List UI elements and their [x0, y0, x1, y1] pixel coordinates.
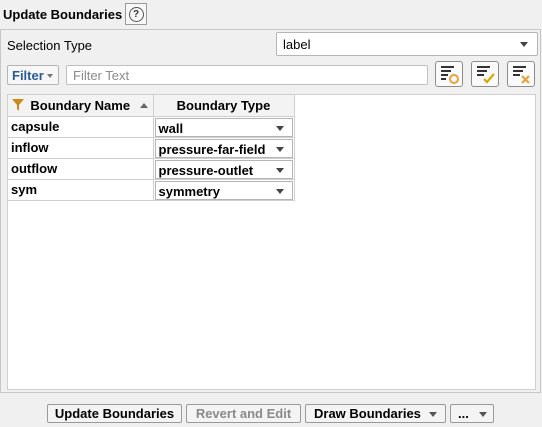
- clear-selection-button[interactable]: [507, 61, 535, 87]
- table-row[interactable]: inflow pressure-far-field: [8, 137, 295, 159]
- boundary-type-dropdown[interactable]: symmetry: [154, 180, 293, 200]
- column-header-boundary-type[interactable]: Boundary Type: [153, 95, 295, 117]
- selection-type-label: Selection Type: [7, 38, 93, 53]
- filter-menu-button[interactable]: Filter: [7, 65, 59, 85]
- boundary-type-value: pressure-far-field: [158, 141, 266, 157]
- table-header-row: Boundary Name Boundary Type: [8, 95, 295, 117]
- boundary-type-value: symmetry: [158, 183, 220, 199]
- column-label-boundary-type: Boundary Type: [176, 97, 271, 113]
- form-box: Selection Type label Filter Filter Text …: [0, 29, 541, 393]
- selection-type-dropdown[interactable]: label: [276, 32, 538, 56]
- chevron-down-icon: [275, 167, 284, 173]
- chevron-down-icon: [479, 412, 487, 417]
- chevron-down-icon: [47, 74, 53, 78]
- chevron-down-icon: [275, 188, 284, 194]
- help-button[interactable]: ?: [125, 3, 147, 25]
- panel-title: Update Boundaries: [3, 7, 123, 22]
- table-row[interactable]: outflow pressure-outlet: [8, 158, 295, 180]
- boundary-type-cell: wall: [153, 116, 295, 138]
- boundary-name-cell: sym: [8, 179, 154, 201]
- chevron-down-icon: [520, 42, 528, 47]
- sort-ascending-icon: [139, 103, 148, 108]
- boundary-type-dropdown[interactable]: pressure-outlet: [154, 159, 293, 179]
- column-label-boundary-name: Boundary Name: [30, 97, 131, 113]
- new-filter-button[interactable]: [435, 61, 463, 87]
- boundary-type-cell: pressure-far-field: [153, 137, 295, 159]
- filter-text-input[interactable]: [66, 65, 428, 85]
- boundary-name-cell: inflow: [8, 137, 154, 159]
- table-row[interactable]: capsule wall: [8, 116, 295, 138]
- revert-and-edit-button[interactable]: Revert and Edit: [186, 404, 301, 423]
- boundary-name-cell: capsule: [8, 116, 154, 138]
- selection-type-value: label: [283, 37, 311, 52]
- boundary-type-dropdown[interactable]: pressure-far-field: [154, 138, 293, 158]
- filter-options-icon: [441, 66, 459, 84]
- boundary-type-value: wall: [158, 120, 184, 136]
- boundary-type-value: pressure-outlet: [158, 162, 254, 178]
- draw-boundaries-button[interactable]: Draw Boundaries: [305, 404, 446, 423]
- filter-clear-icon: [513, 66, 530, 84]
- panel-header: Update Boundaries ?: [0, 0, 542, 30]
- boundary-type-dropdown[interactable]: wall: [154, 117, 293, 137]
- more-options-button[interactable]: ...: [450, 404, 494, 423]
- column-header-boundary-name[interactable]: Boundary Name: [8, 95, 154, 117]
- draw-boundaries-label: Draw Boundaries: [314, 406, 421, 421]
- select-all-button[interactable]: [471, 61, 499, 87]
- funnel-icon[interactable]: [12, 99, 24, 111]
- filter-button-label: Filter: [12, 68, 44, 83]
- boundaries-table-area: Boundary Name Boundary Type capsule wall…: [7, 94, 536, 390]
- update-boundaries-panel: Update Boundaries ? Selection Type label…: [0, 0, 542, 427]
- chevron-down-icon: [275, 146, 284, 152]
- help-icon: ?: [128, 6, 144, 22]
- more-options-label: ...: [458, 406, 469, 421]
- boundary-type-cell: symmetry: [153, 179, 295, 201]
- chevron-down-icon: [275, 125, 284, 131]
- filter-check-icon: [477, 66, 495, 84]
- boundaries-table: Boundary Name Boundary Type capsule wall…: [8, 95, 295, 201]
- boundary-name-cell: outflow: [8, 158, 154, 180]
- table-row[interactable]: sym symmetry: [8, 179, 295, 201]
- boundary-type-cell: pressure-outlet: [153, 158, 295, 180]
- update-boundaries-button[interactable]: Update Boundaries: [47, 404, 182, 423]
- chevron-down-icon: [429, 412, 437, 417]
